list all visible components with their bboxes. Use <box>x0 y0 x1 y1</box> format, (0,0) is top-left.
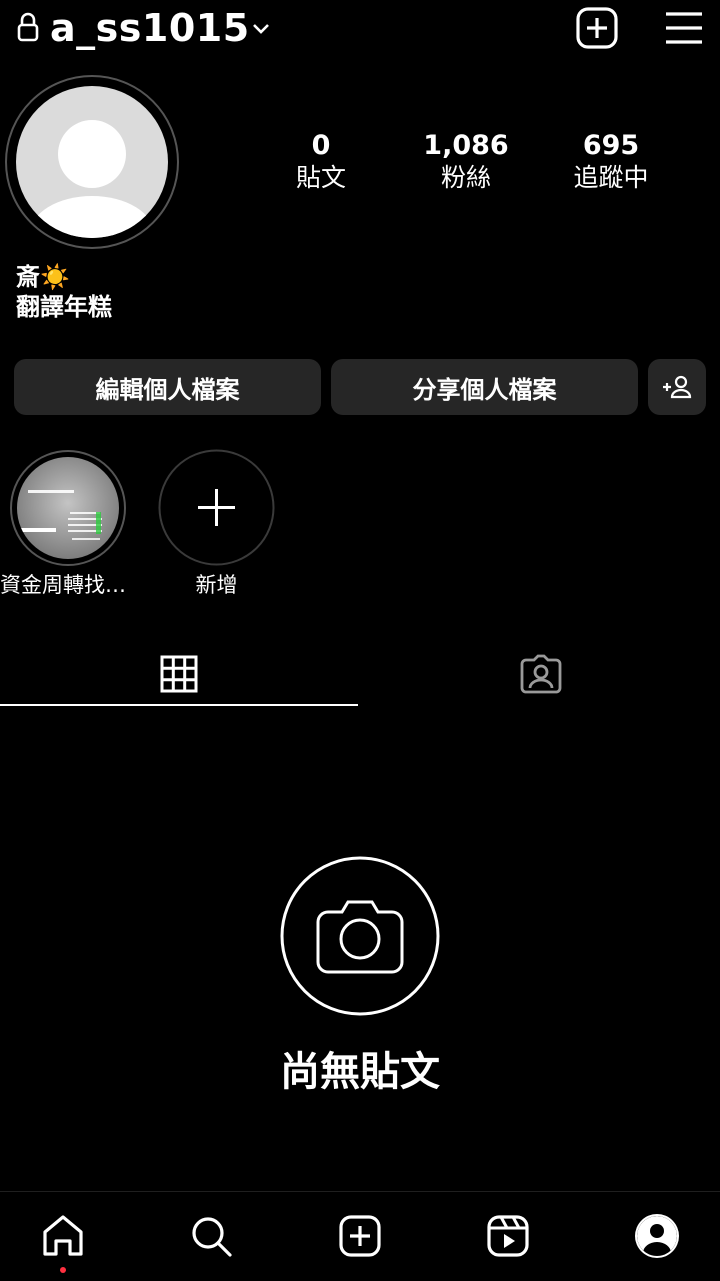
highlight-label: 資金周轉找… <box>0 573 126 597</box>
share-profile-button[interactable]: 分享個人檔案 <box>331 359 638 415</box>
menu-button[interactable] <box>664 10 704 46</box>
create-post-button[interactable] <box>576 7 618 49</box>
bio-name: 斎☀️ <box>16 263 70 291</box>
following-count[interactable]: 695 追蹤中 <box>541 130 681 194</box>
empty-state-text: 尚無貼文 <box>280 1049 440 1095</box>
tagged-person-icon <box>520 654 562 693</box>
discover-people-button[interactable] <box>648 359 706 415</box>
camera-icon <box>280 856 440 1016</box>
add-person-icon <box>663 375 692 399</box>
grid-icon <box>160 655 198 692</box>
posts-count: 0 貼文 <box>251 130 391 194</box>
profile-avatar[interactable] <box>4 74 180 250</box>
search-icon[interactable] <box>187 1212 235 1260</box>
create-icon[interactable] <box>336 1212 384 1260</box>
followers-count-value: 1,086 <box>423 130 509 161</box>
notification-dot <box>60 1267 66 1273</box>
bio-text: 翻譯年糕 <box>16 293 112 321</box>
story-highlight[interactable] <box>10 450 126 566</box>
plus-square-icon <box>576 7 618 49</box>
following-count-value: 695 <box>582 130 640 161</box>
new-highlight-label: 新增 <box>195 573 238 597</box>
hamburger-menu-icon <box>666 12 702 44</box>
following-count-label: 追蹤中 <box>573 163 649 192</box>
new-highlight-button[interactable] <box>158 449 275 566</box>
followers-count[interactable]: 1,086 粉絲 <box>396 130 536 194</box>
edit-profile-button[interactable]: 編輯個人檔案 <box>14 359 321 415</box>
posts-count-label: 貼文 <box>295 163 346 192</box>
lock-icon <box>16 12 40 42</box>
username-title[interactable]: a_ss1015 <box>50 6 250 50</box>
plus-icon <box>158 449 275 566</box>
posts-count-value: 0 <box>311 130 331 161</box>
active-tab-indicator <box>0 704 358 706</box>
tab-tagged[interactable] <box>362 640 720 707</box>
profile-icon[interactable] <box>633 1212 681 1260</box>
home-icon[interactable] <box>39 1212 87 1260</box>
chevron-down-icon[interactable] <box>250 18 272 40</box>
reels-icon[interactable] <box>484 1212 532 1260</box>
followers-count-label: 粉絲 <box>440 163 491 192</box>
tab-posts-grid[interactable] <box>0 640 358 707</box>
